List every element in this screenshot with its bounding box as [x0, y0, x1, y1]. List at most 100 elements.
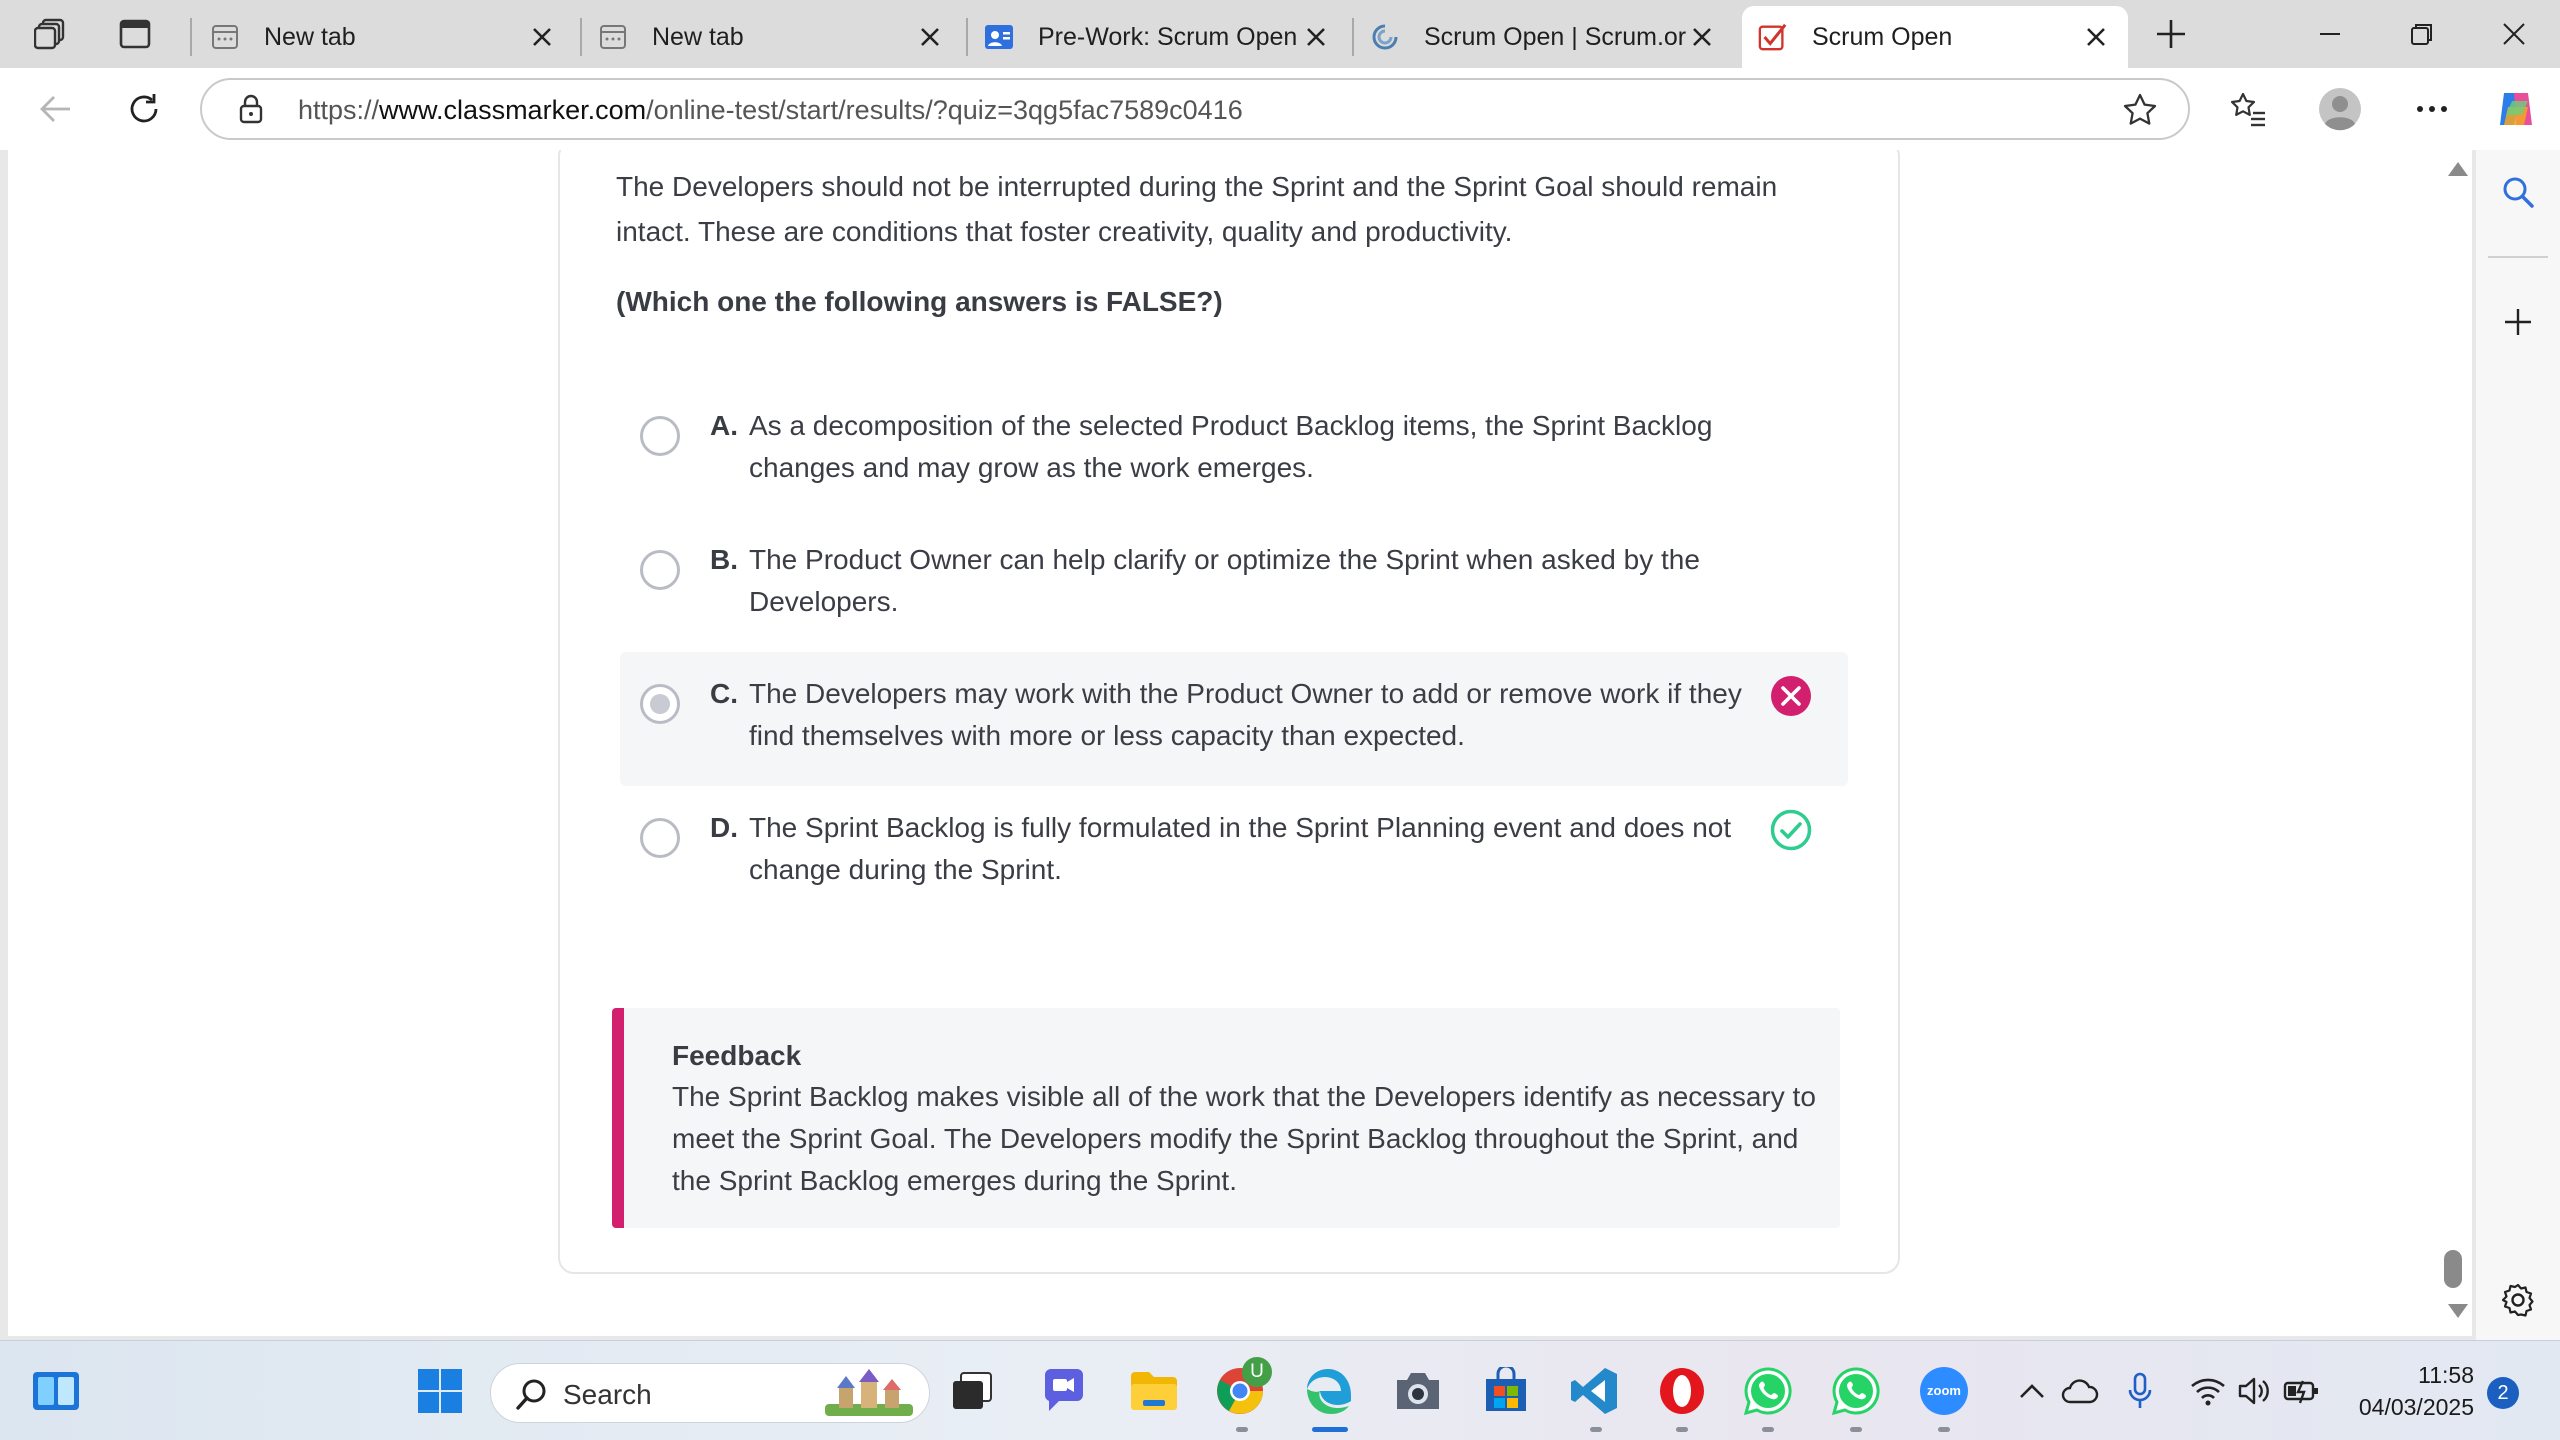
minimize-icon[interactable] [2284, 0, 2376, 68]
tab-new-tab-1[interactable]: New tab [194, 6, 574, 68]
teams-chat-icon[interactable] [1036, 1363, 1092, 1419]
whatsapp-icon[interactable] [1740, 1363, 1796, 1419]
question-intro: The Developers should not be interrupted… [616, 171, 1778, 247]
show-hidden-icons-chevron-icon[interactable] [2012, 1363, 2052, 1419]
tab-separator [190, 18, 192, 56]
file-explorer-icon[interactable] [1126, 1363, 1182, 1419]
close-icon[interactable] [1300, 21, 1332, 53]
vscode-icon[interactable] [1566, 1363, 1622, 1419]
workspaces-icon[interactable] [24, 10, 78, 58]
microsoft-store-icon[interactable] [1478, 1363, 1534, 1419]
tab-scrum-open[interactable]: Scrum Open [1742, 6, 2128, 68]
radio-button-selected[interactable] [640, 684, 680, 724]
close-icon[interactable] [526, 21, 558, 53]
zoom-label: zoom [1920, 1367, 1968, 1415]
scroll-up-arrow-icon[interactable] [2448, 162, 2468, 176]
edge-icon[interactable] [1302, 1363, 1358, 1419]
reload-icon[interactable] [116, 81, 172, 137]
add-sidebar-app-icon[interactable] [2490, 294, 2546, 350]
notification-badge[interactable]: 2 [2487, 1377, 2519, 1409]
opera-icon[interactable] [1654, 1363, 1710, 1419]
tab-strip: New tab New tab Pre-Work: Scrum Open A S… [0, 0, 2560, 68]
running-indicator [1590, 1427, 1602, 1432]
url-prefix: https:// [298, 95, 380, 125]
answer-option-c[interactable]: C. The Developers may work with the Prod… [620, 652, 1848, 786]
feedback-panel: Feedback The Sprint Backlog makes visibl… [612, 1008, 1840, 1228]
edge-sidebar [2476, 150, 2560, 1340]
close-icon[interactable] [1686, 21, 1718, 53]
running-indicator [1762, 1427, 1774, 1432]
start-windows-icon[interactable] [412, 1363, 468, 1419]
favorites-icon[interactable] [2220, 81, 2276, 137]
tab-new-tab-2[interactable]: New tab [582, 6, 962, 68]
radio-button[interactable] [640, 416, 680, 456]
search-icon[interactable] [2490, 164, 2546, 220]
checkmark-icon [1758, 22, 1788, 52]
more-options-icon[interactable] [2404, 81, 2460, 137]
battery-charging-icon[interactable] [2280, 1363, 2324, 1419]
search-placeholder: Search [563, 1379, 652, 1410]
tab-scrum-org[interactable]: Scrum Open | Scrum.org [1354, 6, 1734, 68]
page-icon [598, 22, 628, 52]
volume-icon[interactable] [2232, 1363, 2276, 1419]
close-icon[interactable] [2080, 21, 2112, 53]
radio-button[interactable] [640, 818, 680, 858]
windows-taskbar: Search U zoom 11:58 04/03/2025 2 [0, 1340, 2560, 1440]
answer-option-d[interactable]: D. The Sprint Backlog is fully formulate… [620, 786, 1848, 920]
clock[interactable]: 11:58 04/03/2025 [2350, 1359, 2474, 1423]
close-icon[interactable] [914, 21, 946, 53]
chrome-profile-badge: U [1242, 1357, 1272, 1387]
task-view-icon[interactable] [944, 1363, 1000, 1419]
option-text: The Product Owner can help clarify or op… [749, 544, 1700, 617]
new-tab-plus-icon[interactable] [2144, 10, 2198, 58]
option-letter: A. [710, 410, 738, 441]
answer-option-a[interactable]: A. As a decomposition of the selected Pr… [620, 384, 1848, 518]
favorite-star-icon[interactable] [2122, 92, 2158, 133]
user-card-icon [984, 22, 1014, 52]
camera-icon[interactable] [1390, 1363, 1446, 1419]
sidebar-divider [2488, 256, 2548, 258]
scrollbar-thumb[interactable] [2444, 1250, 2462, 1288]
copilot-icon[interactable] [2488, 81, 2544, 137]
url-domain: www.classmarker.com [379, 95, 647, 125]
settings-gear-icon[interactable] [2490, 1272, 2546, 1328]
castle-highlight-icon [819, 1368, 919, 1425]
option-text: The Developers may work with the Product… [749, 678, 1742, 751]
running-indicator [1938, 1427, 1950, 1432]
close-window-icon[interactable] [2468, 0, 2560, 68]
browser-toolbar: https://www.classmarker.com/online-test/… [0, 68, 2560, 150]
lock-icon[interactable] [238, 94, 264, 129]
microphone-icon[interactable] [2118, 1363, 2162, 1419]
option-text: The Sprint Backlog is fully formulated i… [749, 812, 1732, 885]
profile-avatar-icon[interactable] [2312, 81, 2368, 137]
back-arrow-icon[interactable] [28, 81, 84, 137]
wifi-icon[interactable] [2186, 1363, 2230, 1419]
tab-title: New tab [264, 22, 356, 51]
url-text[interactable]: https://www.classmarker.com/online-test/… [298, 95, 1243, 126]
option-letter: B. [710, 544, 738, 575]
search-icon [515, 1377, 549, 1416]
clock-time: 11:58 [2418, 1362, 2474, 1388]
widgets-icon[interactable] [28, 1363, 84, 1419]
active-app-indicator [1312, 1427, 1348, 1432]
scrum-logo-icon [1370, 22, 1400, 52]
incorrect-x-icon [1771, 676, 1811, 716]
zoom-icon[interactable]: zoom [1916, 1363, 1972, 1419]
scroll-down-arrow-icon[interactable] [2448, 1304, 2468, 1318]
address-bar[interactable]: https://www.classmarker.com/online-test/… [200, 78, 2190, 140]
option-letter: D. [710, 812, 738, 843]
page-icon [210, 22, 240, 52]
answer-option-b[interactable]: B. The Product Owner can help clarify or… [620, 518, 1848, 652]
whatsapp-business-icon[interactable] [1828, 1363, 1884, 1419]
restore-icon[interactable] [2376, 0, 2468, 68]
tab-pre-work[interactable]: Pre-Work: Scrum Open A [968, 6, 1348, 68]
option-text: As a decomposition of the selected Produ… [749, 410, 1713, 483]
onedrive-cloud-icon[interactable] [2058, 1363, 2102, 1419]
radio-button[interactable] [640, 550, 680, 590]
tab-title: Scrum Open | Scrum.org [1424, 22, 1686, 51]
question-prompt: (Which one the following answers is FALS… [616, 286, 1223, 317]
taskbar-search-box[interactable]: Search [490, 1363, 930, 1423]
tab-title: Pre-Work: Scrum Open A [1038, 22, 1300, 51]
url-path: /online-test/start/results/?quiz=3qg5fac… [646, 95, 1243, 125]
tab-actions-icon[interactable] [108, 10, 162, 58]
